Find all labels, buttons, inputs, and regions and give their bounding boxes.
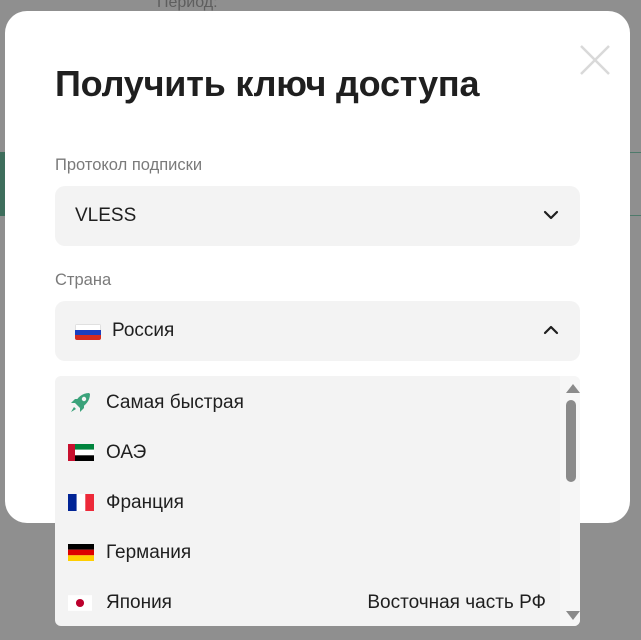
background-panel-edge-right: [629, 152, 641, 216]
country-label: Страна: [55, 271, 112, 289]
option-sublabel-partial: Восточная часть РФ: [367, 592, 546, 613]
protocol-label: Протокол подписки: [55, 156, 203, 174]
dropdown-scrollbar[interactable]: [560, 376, 580, 626]
scrollbar-thumb[interactable]: [566, 400, 576, 482]
option-label: Япония: [106, 592, 172, 613]
option-label: Франция: [106, 492, 184, 513]
option-label: Германия: [106, 542, 192, 563]
rocket-icon: [71, 393, 90, 412]
scroll-up-arrow-icon[interactable]: [566, 384, 580, 393]
option-fastest[interactable]: Самая быстрая: [55, 377, 560, 427]
option-japan[interactable]: Япония Восточная часть РФ: [55, 577, 560, 626]
japan-flag-icon: [68, 595, 92, 611]
germany-flag-icon: [68, 544, 94, 561]
scroll-down-arrow-icon[interactable]: [566, 611, 580, 620]
country-select[interactable]: Россия: [55, 301, 580, 361]
chevron-down-icon: [543, 210, 559, 220]
modal-title: Получить ключ доступа: [55, 63, 480, 104]
close-button[interactable]: [575, 40, 615, 80]
russia-flag-icon: [75, 324, 101, 340]
option-france[interactable]: Франция: [55, 477, 560, 527]
country-value: Россия: [112, 320, 175, 341]
chevron-up-icon: [543, 325, 559, 335]
option-label: Самая быстрая: [106, 392, 244, 413]
option-uae[interactable]: ОАЭ: [55, 427, 560, 477]
protocol-value: VLESS: [75, 205, 137, 226]
france-flag-icon: [68, 494, 94, 511]
close-icon: [580, 45, 610, 75]
protocol-select[interactable]: VLESS: [55, 186, 580, 246]
option-germany[interactable]: Германия: [55, 527, 560, 577]
uae-flag-icon: [68, 444, 94, 461]
option-label: ОАЭ: [106, 442, 147, 463]
country-dropdown-list[interactable]: Самая быстрая ОАЭ Франция Германия Япони…: [55, 376, 580, 626]
